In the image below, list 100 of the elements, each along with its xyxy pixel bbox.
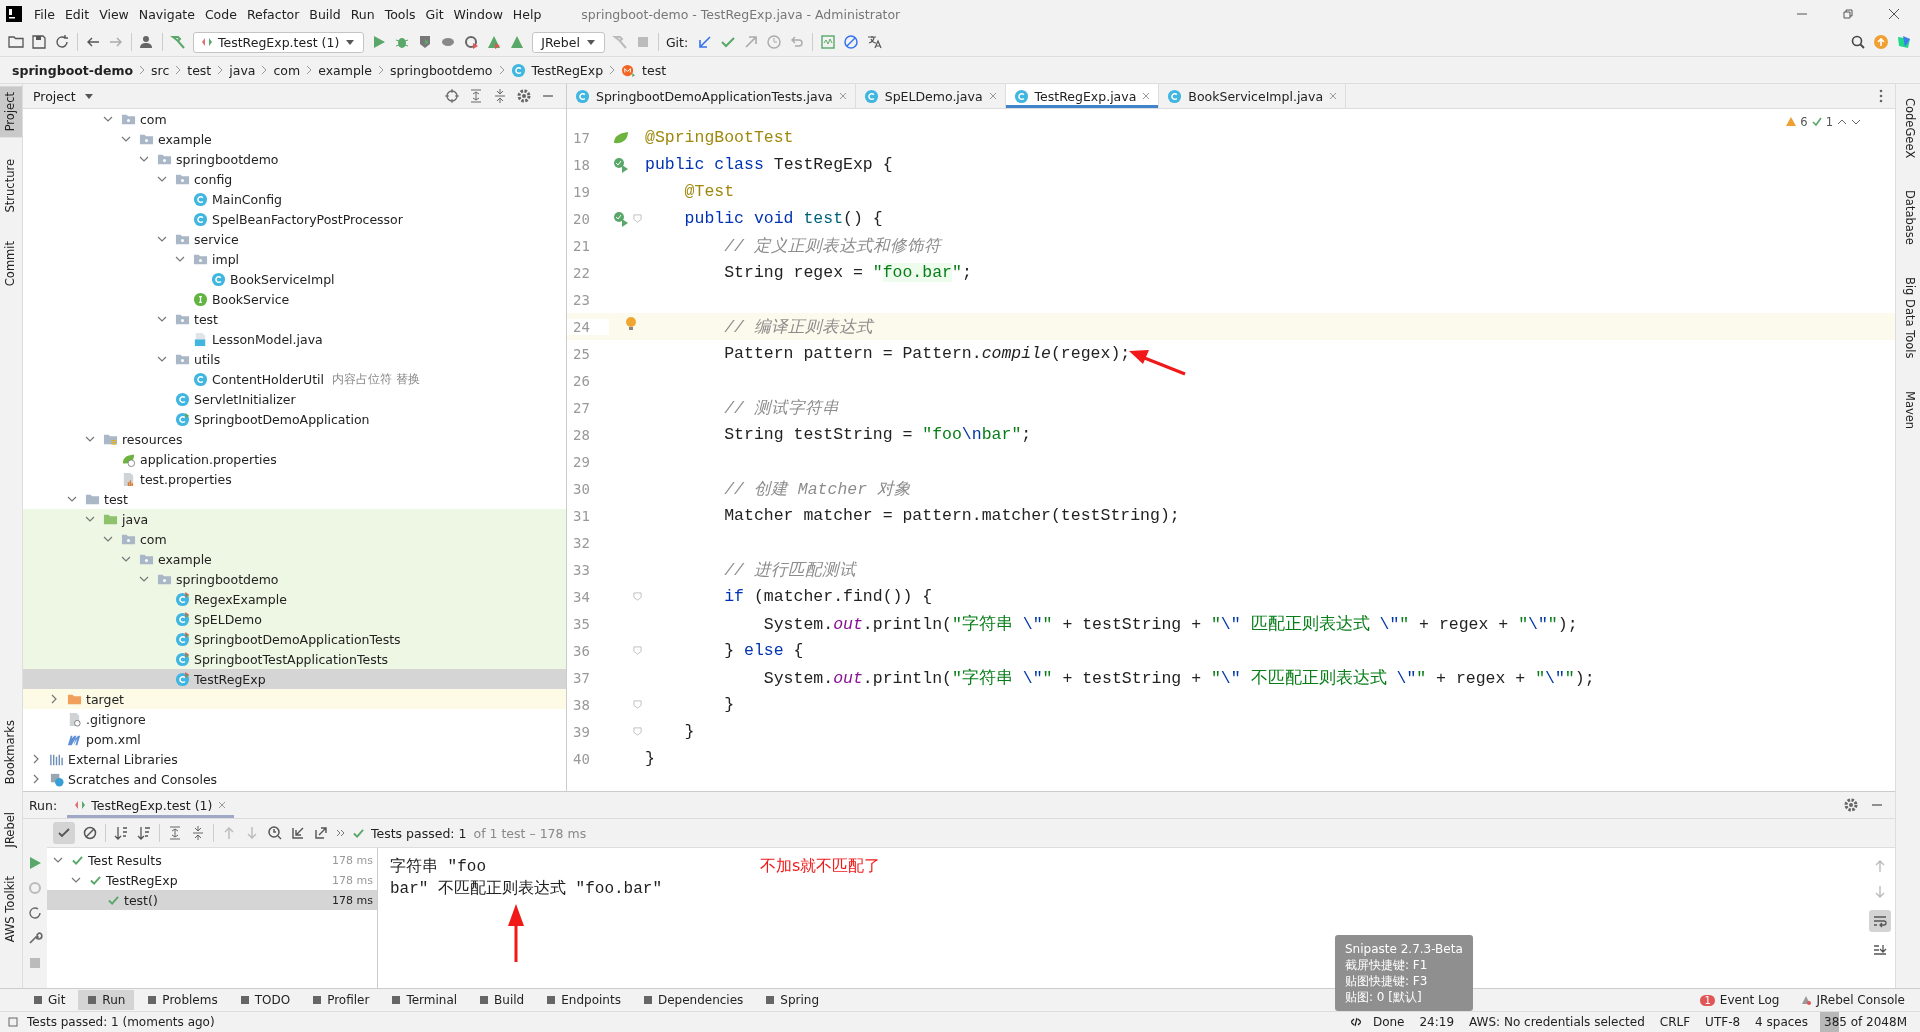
close-icon[interactable] bbox=[1888, 8, 1900, 20]
save-icon[interactable] bbox=[31, 34, 47, 50]
memory-indicator[interactable]: 385 of 2048M bbox=[1820, 1012, 1920, 1032]
leaf-icon[interactable] bbox=[613, 129, 629, 146]
tree-item[interactable]: utils bbox=[23, 349, 566, 369]
tree-item[interactable]: resources bbox=[23, 429, 566, 449]
tool-window-button[interactable]: JRebel Console bbox=[1792, 990, 1914, 1010]
tree-item[interactable]: test.properties bbox=[23, 469, 566, 489]
test-tree-item[interactable]: test() 178 ms bbox=[47, 890, 377, 910]
tool-window-button[interactable]: 1 Event Log bbox=[1691, 990, 1789, 1010]
warning-count[interactable]: 6 bbox=[1800, 115, 1808, 129]
menu-item[interactable]: Navigate bbox=[134, 6, 199, 22]
test-tree-item[interactable]: Test Results 178 ms bbox=[47, 850, 377, 870]
side-tab[interactable]: Structure bbox=[0, 153, 22, 219]
tree-item[interactable]: BookServiceImpl bbox=[23, 269, 566, 289]
more-options-icon[interactable] bbox=[1879, 89, 1883, 103]
breadcrumb-item[interactable]: example bbox=[318, 62, 372, 78]
side-tab[interactable]: Commit bbox=[0, 234, 22, 293]
status-item[interactable]: AWS: No credentials selected bbox=[1466, 1015, 1648, 1029]
breadcrumb-item[interactable]: test bbox=[642, 62, 667, 78]
editor-tab[interactable]: SpringbootDemoApplicationTests.java bbox=[567, 84, 856, 108]
search-icon[interactable] bbox=[1850, 34, 1866, 50]
update-icon[interactable] bbox=[1873, 34, 1889, 50]
tree-item[interactable]: MainConfig bbox=[23, 189, 566, 209]
menu-item[interactable]: View bbox=[95, 6, 133, 22]
tree-item[interactable]: Scratches and Consoles bbox=[23, 769, 566, 789]
side-tab[interactable]: Database bbox=[1896, 184, 1920, 252]
collapse-all-icon[interactable] bbox=[190, 825, 206, 841]
tool-window-button[interactable]: Run bbox=[78, 990, 135, 1010]
tree-item[interactable]: example bbox=[23, 129, 566, 149]
tree-item[interactable]: application.properties bbox=[23, 449, 566, 469]
hammer-icon[interactable] bbox=[170, 34, 186, 50]
editor-tab[interactable]: TestRegExp.java bbox=[1005, 84, 1160, 108]
fold-marker-icon[interactable] bbox=[633, 592, 642, 601]
undo-icon[interactable] bbox=[789, 34, 806, 50]
panel-toggle-icon[interactable] bbox=[8, 1017, 18, 1027]
folder-icon[interactable] bbox=[8, 34, 24, 50]
monitor-icon[interactable] bbox=[820, 34, 837, 50]
tree-item[interactable]: ServletInitializer bbox=[23, 389, 566, 409]
restore-icon[interactable] bbox=[1842, 8, 1854, 20]
tool-window-button[interactable]: Git bbox=[24, 990, 75, 1010]
breadcrumb-item[interactable]: springbootdemo bbox=[390, 62, 493, 78]
check-icon[interactable] bbox=[720, 34, 737, 50]
side-tab[interactable]: JRebel bbox=[0, 806, 22, 854]
breadcrumb-item[interactable]: com bbox=[273, 62, 301, 78]
tree-item[interactable]: TestRegExp bbox=[23, 669, 566, 689]
fold-marker-icon[interactable] bbox=[633, 727, 642, 736]
side-tab[interactable]: CodeGeeX bbox=[1896, 92, 1920, 165]
tool-window-button[interactable]: Endpoints bbox=[537, 990, 630, 1010]
wrench-icon[interactable] bbox=[27, 930, 43, 946]
menu-item[interactable]: Refactor bbox=[242, 6, 304, 22]
refresh-icon[interactable] bbox=[54, 34, 70, 50]
fold-marker-icon[interactable] bbox=[633, 700, 642, 709]
fold-marker-icon[interactable] bbox=[633, 214, 642, 223]
breadcrumb-item[interactable]: springboot-demo bbox=[12, 62, 133, 78]
toggle-icon[interactable] bbox=[27, 905, 43, 921]
tree-item[interactable]: test bbox=[23, 309, 566, 329]
editor-tab[interactable]: SpELDemo.java bbox=[855, 84, 1006, 108]
side-tab[interactable]: AWS Toolkit bbox=[0, 869, 22, 948]
tree-item[interactable]: com bbox=[23, 529, 566, 549]
check-icon[interactable] bbox=[1811, 117, 1822, 127]
panel-title[interactable]: Project bbox=[33, 88, 76, 104]
close-icon[interactable] bbox=[1142, 92, 1151, 100]
tool-window-button[interactable]: Build bbox=[470, 990, 534, 1010]
tree-item[interactable]: .gitignore bbox=[23, 709, 566, 729]
tree-item[interactable]: SpringbootDemoApplicationTests bbox=[23, 629, 566, 649]
menu-item[interactable]: File bbox=[30, 6, 59, 22]
tree-item[interactable]: springbootdemo bbox=[23, 149, 566, 169]
test-tree-item[interactable]: TestRegExp 178 ms bbox=[47, 870, 377, 890]
tree-item[interactable]: SpringbootDemoApplication bbox=[23, 409, 566, 429]
toolbox-icon[interactable] bbox=[1896, 34, 1912, 50]
tree-item[interactable]: SpringbootTestApplicationTests bbox=[23, 649, 566, 669]
settings-icon[interactable] bbox=[1843, 797, 1859, 813]
sort-icon[interactable] bbox=[113, 825, 129, 841]
tree-item[interactable]: ContentHolderUtil 内容占位符 替换 bbox=[23, 369, 566, 389]
tree-item[interactable]: impl bbox=[23, 249, 566, 269]
more-run-icon[interactable] bbox=[463, 34, 480, 50]
tree-item[interactable]: test bbox=[23, 489, 566, 509]
status-item[interactable]: 24:19 bbox=[1416, 1015, 1458, 1029]
tree-item[interactable]: SpELDemo bbox=[23, 609, 566, 629]
translate-icon[interactable] bbox=[866, 34, 883, 50]
no-entry-icon[interactable] bbox=[843, 34, 860, 50]
menu-item[interactable]: Tools bbox=[380, 6, 420, 22]
tool-window-button[interactable]: Terminal bbox=[382, 990, 467, 1010]
target-icon[interactable] bbox=[444, 88, 460, 104]
menu-item[interactable]: Build bbox=[305, 6, 345, 22]
tree-item[interactable]: pom.xml bbox=[23, 729, 566, 749]
breadcrumb-item[interactable]: src bbox=[151, 62, 170, 78]
menu-item[interactable]: Run bbox=[346, 6, 379, 22]
run-test-icon[interactable] bbox=[613, 210, 629, 227]
tool-window-button[interactable]: Profiler bbox=[303, 990, 379, 1010]
tool-window-button[interactable]: Problems bbox=[138, 990, 227, 1010]
jrebel-dropdown[interactable]: JRebel bbox=[532, 31, 605, 53]
tree-item[interactable]: LessonModel.java bbox=[23, 329, 566, 349]
check-icon[interactable] bbox=[53, 822, 75, 844]
fold-marker-icon[interactable] bbox=[633, 646, 642, 655]
menu-item[interactable]: Help bbox=[508, 6, 546, 22]
side-tab[interactable]: Bookmarks bbox=[0, 713, 22, 791]
tree-item[interactable]: service bbox=[23, 229, 566, 249]
export-icon[interactable] bbox=[313, 825, 329, 841]
